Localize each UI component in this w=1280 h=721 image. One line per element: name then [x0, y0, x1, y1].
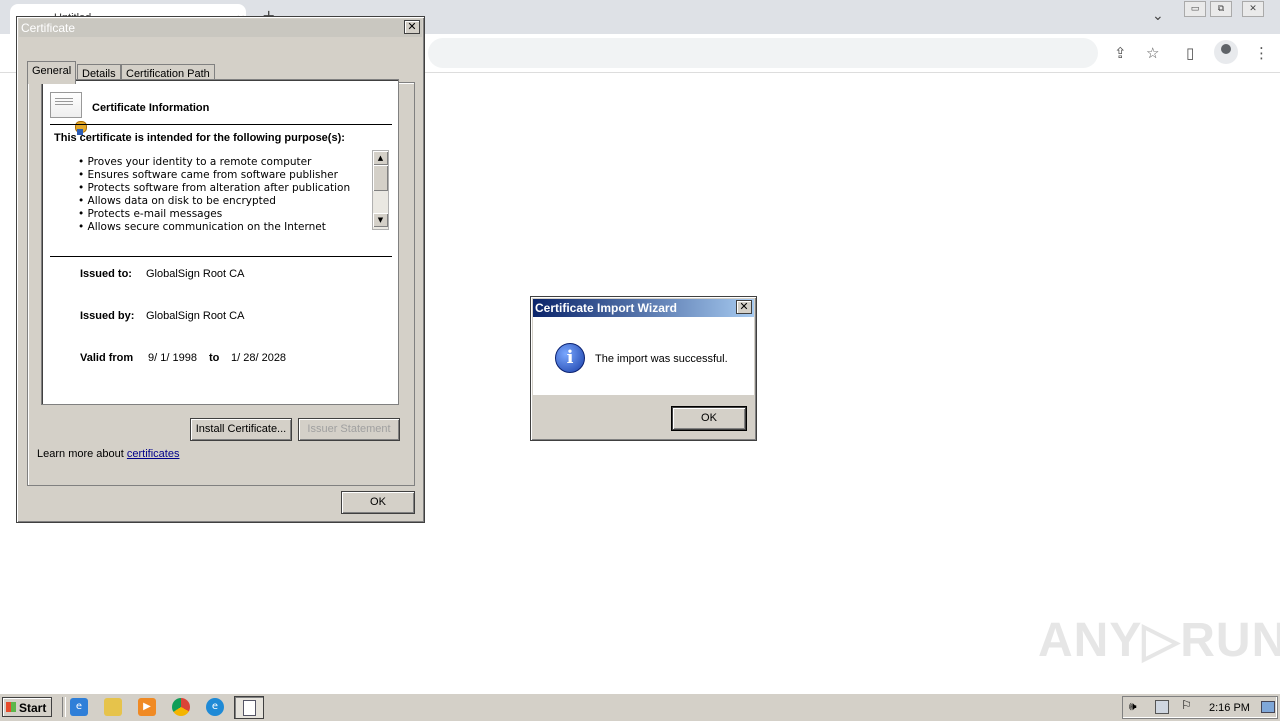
- action-center-flag-icon[interactable]: ⚐: [1181, 698, 1192, 712]
- address-bar[interactable]: [428, 38, 1098, 68]
- list-item: • Protects e-mail messages: [78, 208, 223, 220]
- tab-search-chevron-icon[interactable]: ⌄: [1152, 8, 1164, 24]
- certificates-link[interactable]: certificates: [127, 448, 180, 460]
- share-icon[interactable]: ⇪: [1114, 44, 1127, 62]
- taskbar-clock[interactable]: 2:16 PM: [1209, 702, 1250, 714]
- volume-icon[interactable]: 🕪: [1129, 699, 1137, 714]
- list-item: • Proves your identity to a remote compu…: [78, 156, 312, 168]
- taskbar-separator: [62, 697, 66, 717]
- purposes-scrollbar[interactable]: ▲ ▼: [372, 150, 389, 230]
- scroll-thumb[interactable]: [373, 165, 388, 191]
- certificate-dialog-titlebar[interactable]: Certificate: [19, 19, 422, 37]
- import-wizard-titlebar[interactable]: Certificate Import Wizard: [533, 299, 754, 317]
- start-label: Start: [19, 701, 47, 715]
- import-message: The import was successful.: [595, 353, 728, 365]
- info-icon: i: [555, 343, 585, 373]
- issued-by-value: GlobalSign Root CA: [146, 310, 245, 322]
- purposes-list: • Proves your identity to a remote compu…: [78, 156, 378, 236]
- certificate-info-heading: Certificate Information: [92, 102, 210, 114]
- list-item: • Allows data on disk to be encrypted: [78, 195, 276, 207]
- import-wizard-title: Certificate Import Wizard: [535, 301, 677, 315]
- learn-more-text: Learn more about certificates: [37, 448, 179, 460]
- valid-from-label: Valid from: [80, 352, 134, 364]
- valid-to-value: 1/ 28/ 2028: [231, 352, 287, 364]
- system-tray: 🕪 ⚐ 2:16 PM: [1122, 696, 1278, 719]
- windows-flag-icon: [6, 702, 16, 712]
- import-wizard-close-button[interactable]: ✕: [736, 300, 752, 314]
- start-button[interactable]: Start: [2, 697, 52, 717]
- minimize-button[interactable]: ▭: [1184, 1, 1206, 17]
- certificate-icon: [50, 92, 87, 135]
- purpose-heading: This certificate is intended for the fol…: [54, 132, 345, 144]
- list-item: • Protects software from alteration afte…: [78, 182, 351, 194]
- bookmark-star-icon[interactable]: ☆: [1146, 44, 1159, 62]
- taskbar: Start e ▶ e 🕪 ⚐ 2:16 PM: [0, 693, 1280, 721]
- chrome-icon[interactable]: [172, 698, 190, 716]
- certificate-dialog-title: Certificate: [21, 21, 76, 35]
- show-desktop-icon[interactable]: [1261, 701, 1275, 713]
- divider: [50, 124, 392, 125]
- document-icon: [243, 700, 256, 716]
- edge-icon[interactable]: e: [206, 698, 224, 716]
- issued-to-value: GlobalSign Root CA: [146, 268, 245, 280]
- valid-to-label: to: [209, 352, 220, 364]
- close-window-button[interactable]: ✕: [1242, 1, 1264, 17]
- issuer-statement-button: Issuer Statement: [298, 418, 400, 441]
- install-certificate-button[interactable]: Install Certificate...: [190, 418, 292, 441]
- scroll-up-icon[interactable]: ▲: [373, 151, 388, 165]
- issued-by-label: Issued by:: [80, 310, 135, 322]
- certificate-dialog: Certificate ✕ General Details Certificat…: [16, 16, 425, 523]
- side-panel-icon[interactable]: ▯: [1186, 44, 1194, 62]
- network-icon[interactable]: [1155, 700, 1169, 714]
- profile-avatar-icon[interactable]: [1214, 40, 1238, 64]
- import-wizard-dialog: Certificate Import Wizard ✕ i The import…: [530, 296, 757, 441]
- divider: [50, 256, 392, 257]
- media-player-icon[interactable]: ▶: [138, 698, 156, 716]
- list-item: • Allows secure communication on the Int…: [78, 221, 326, 233]
- import-ok-button[interactable]: OK: [671, 406, 747, 431]
- taskbar-active-window-button[interactable]: [234, 696, 264, 719]
- certificate-ok-button[interactable]: OK: [341, 491, 415, 514]
- list-item: • Ensures software came from software pu…: [78, 169, 338, 181]
- issued-to-label: Issued to:: [80, 268, 132, 280]
- internet-explorer-icon[interactable]: e: [70, 698, 88, 716]
- learn-more-prefix: Learn more about: [37, 448, 124, 460]
- restore-button[interactable]: ⧉: [1210, 1, 1232, 17]
- certificate-info-box: Certificate Information This certificate…: [41, 79, 399, 405]
- certificate-close-button[interactable]: ✕: [404, 20, 420, 34]
- valid-from-value: 9/ 1/ 1998: [148, 352, 197, 364]
- tab-general[interactable]: General: [27, 61, 77, 84]
- menu-kebab-icon[interactable]: ⋮: [1254, 44, 1269, 62]
- explorer-folder-icon[interactable]: [104, 698, 122, 716]
- scroll-down-icon[interactable]: ▼: [373, 213, 388, 227]
- anyrun-watermark: ANY▷RUN: [1038, 614, 1280, 667]
